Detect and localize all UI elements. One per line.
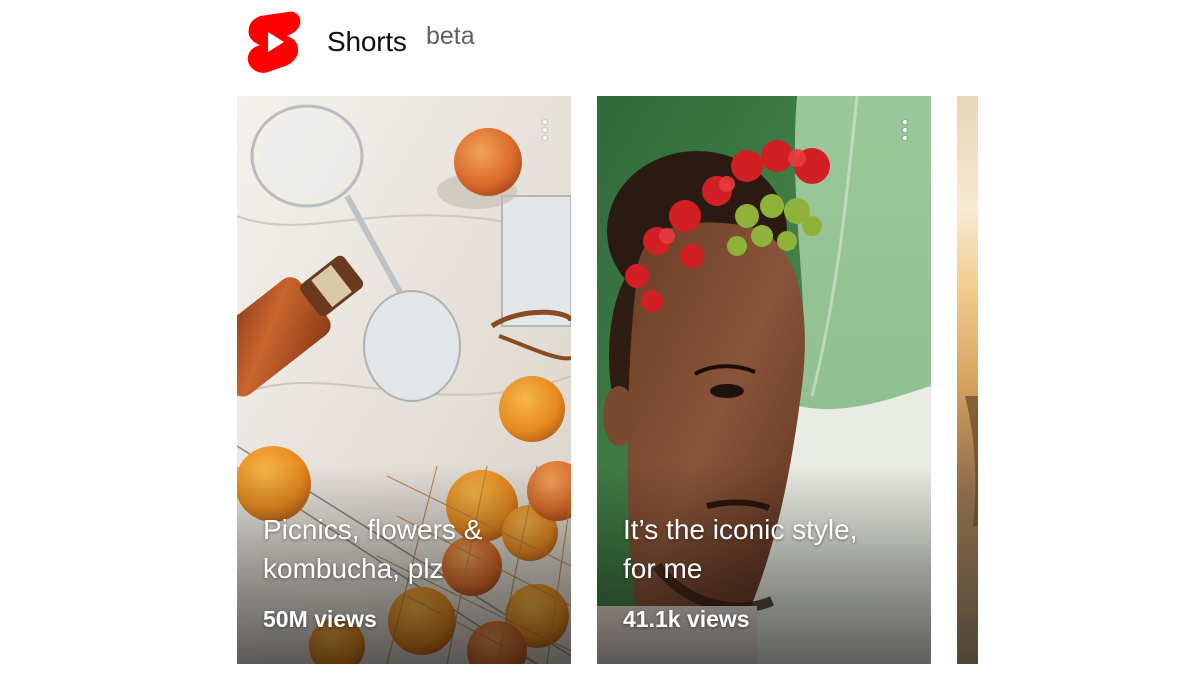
short-title-line-1: It’s the iconic style, xyxy=(623,514,858,545)
page-title: Shorts xyxy=(327,26,407,57)
short-title[interactable]: It’s the iconic style, for me xyxy=(623,510,909,588)
more-vertical-icon[interactable] xyxy=(901,118,909,144)
short-card-sunset[interactable] xyxy=(957,96,978,664)
short-title-line-2: for me xyxy=(623,553,703,584)
short-title-line-1: Picnics, flowers & xyxy=(263,514,483,545)
sunset-water-thumbnail xyxy=(957,96,978,664)
view-count: 50M views xyxy=(263,606,377,632)
short-card-picnic[interactable]: Picnics, flowers & kombucha, plz 50M vie… xyxy=(237,96,571,664)
beta-badge: beta xyxy=(426,22,475,50)
short-card-iconic-style[interactable]: It’s the iconic style, for me 41.1k view… xyxy=(597,96,931,664)
short-title-line-2: kombucha, plz xyxy=(263,553,444,584)
view-count: 41.1k views xyxy=(623,606,750,632)
short-title[interactable]: Picnics, flowers & kombucha, plz xyxy=(263,510,549,588)
more-vertical-icon[interactable] xyxy=(541,118,549,144)
youtube-shorts-logo-icon[interactable] xyxy=(246,8,302,74)
